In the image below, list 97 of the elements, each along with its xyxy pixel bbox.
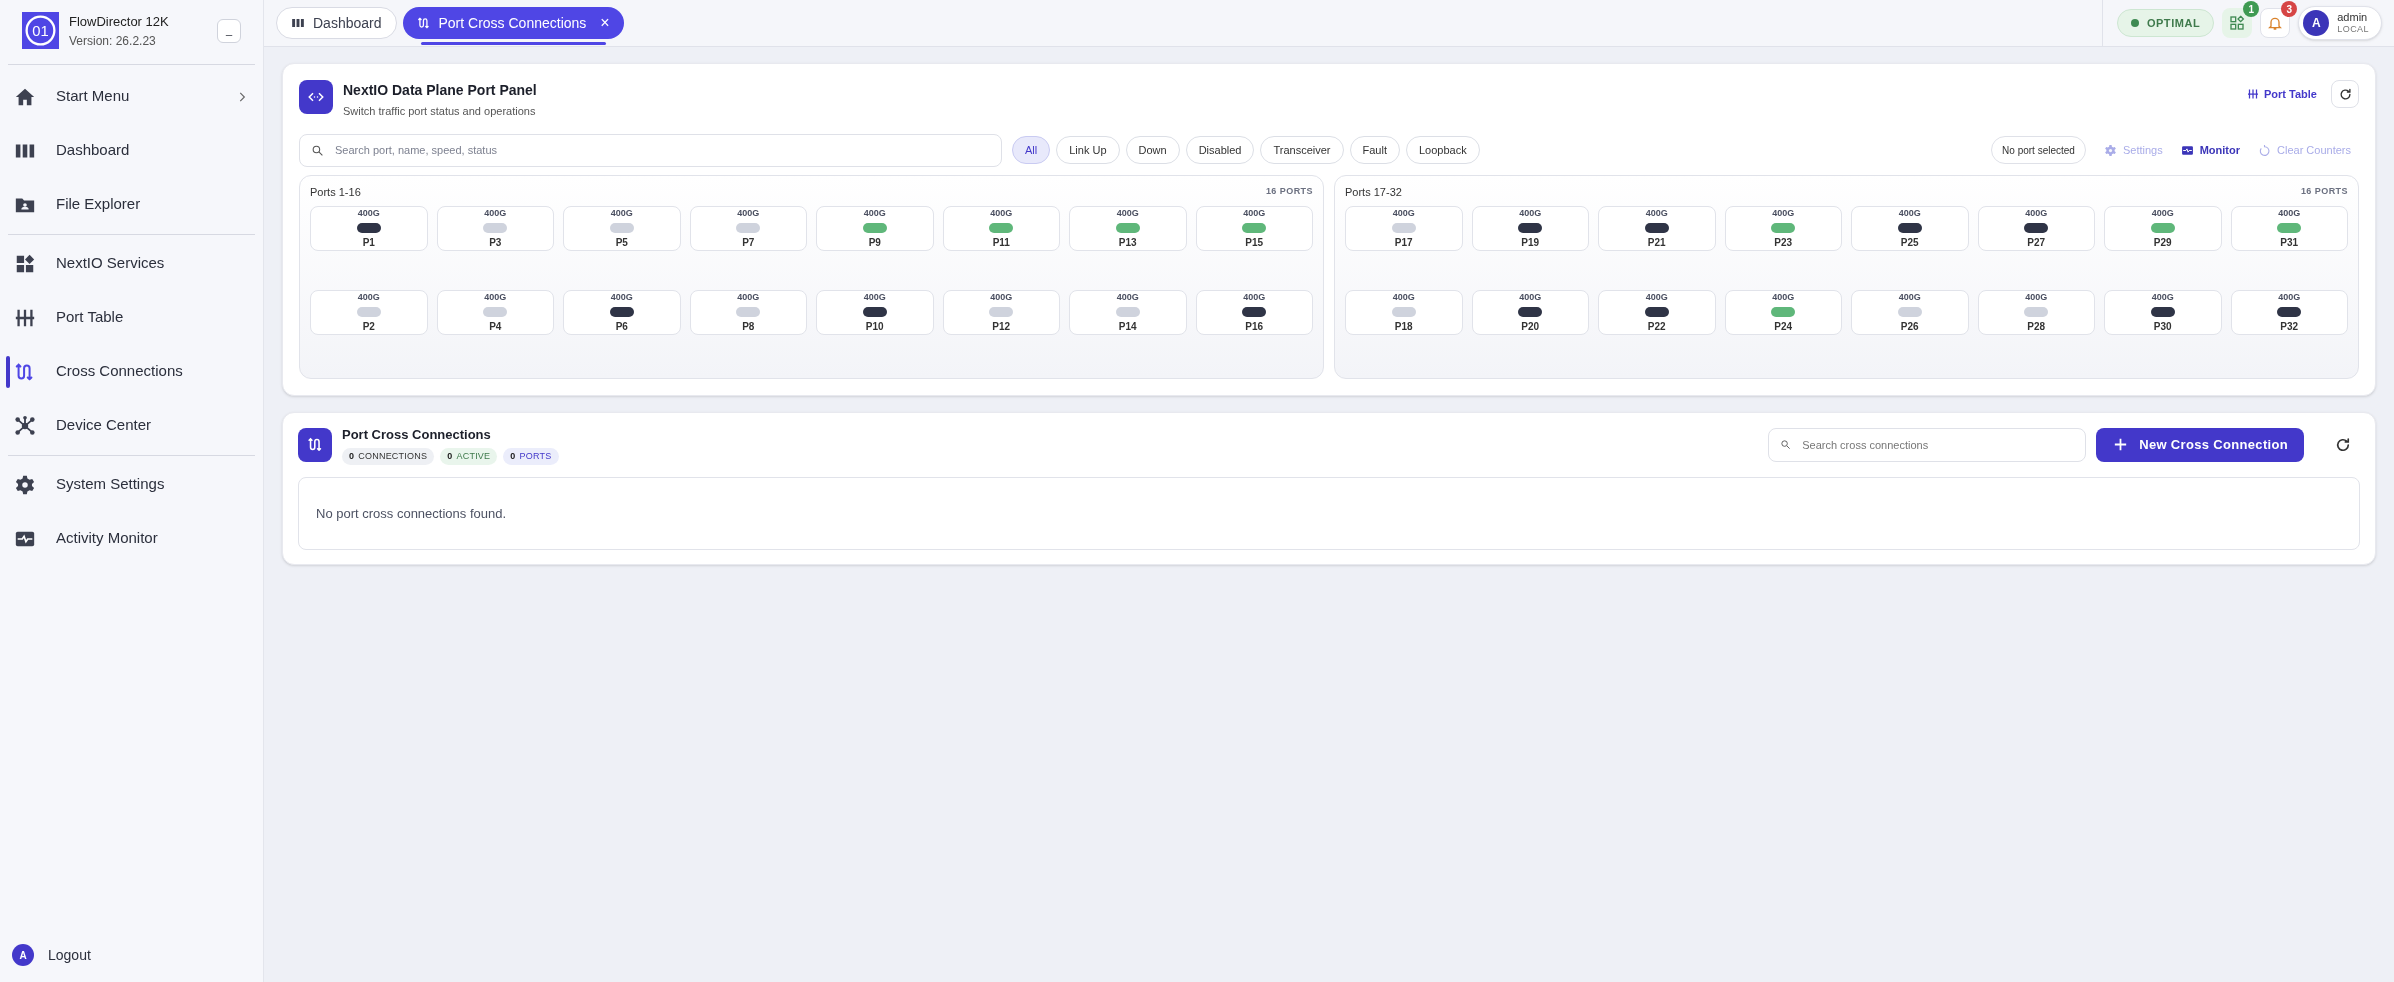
tab[interactable]: Port Cross Connections × — [402, 7, 624, 39]
sidebar-item[interactable]: System Settings — [14, 462, 249, 507]
port-card[interactable]: 400G P6 — [563, 290, 681, 335]
app-name: FlowDirector 12K — [69, 13, 170, 31]
port-group-title: Ports 1-16 — [310, 184, 361, 200]
filter-chip[interactable]: All — [1012, 136, 1051, 164]
user-name: admin — [2337, 10, 2368, 25]
filter-chip[interactable]: Disabled — [1185, 136, 1255, 164]
port-card[interactable]: 400G P8 — [689, 290, 807, 335]
port-card[interactable]: 400G P15 — [1195, 206, 1313, 251]
port-card[interactable]: 400G P7 — [689, 206, 807, 251]
port-card[interactable]: 400G P26 — [1851, 290, 1969, 335]
panel-subtitle: Switch traffic port status and operations — [343, 104, 537, 119]
stat-badge: 0 PORTS — [503, 448, 559, 465]
panel-title: Port Cross Connections — [342, 425, 492, 444]
port-card[interactable]: 400G P31 — [2230, 206, 2348, 251]
sidebar-item[interactable]: Activity Monitor — [14, 516, 249, 561]
port-card[interactable]: 400G P23 — [1724, 206, 1842, 251]
count-badge: 1 — [2243, 1, 2260, 17]
port-card[interactable]: 400G P16 — [1195, 290, 1313, 335]
port-count: 16 PORTS — [1265, 185, 1313, 198]
port-card[interactable]: 400G P25 — [1851, 206, 1969, 251]
sidebar-item[interactable]: Device Center — [14, 403, 249, 448]
sidebar-item[interactable]: NextIO Services — [14, 241, 249, 286]
port-card[interactable]: 400G P10 — [816, 290, 934, 335]
widgets-icon — [14, 252, 36, 275]
port-card[interactable]: 400G P19 — [1471, 206, 1589, 251]
app-version: Version: 26.2.23 — [69, 32, 157, 50]
stat-badge: 0 ACTIVE — [440, 448, 498, 465]
port-card[interactable]: 400G P2 — [310, 290, 428, 335]
port-card[interactable]: 400G P27 — [1977, 206, 2095, 251]
monitor-pulse-icon — [2180, 143, 2194, 157]
port-table-link[interactable]: Port Table — [2247, 85, 2317, 103]
port-card[interactable]: 400G P28 — [1977, 290, 2095, 335]
empty-message: No port cross connections found. — [316, 504, 507, 523]
filter-chip[interactable]: Transceiver — [1260, 136, 1344, 164]
port-card[interactable]: 400G P12 — [942, 290, 1060, 335]
port-card[interactable]: 400G P14 — [1069, 290, 1187, 335]
port-card[interactable]: 400G P24 — [1724, 290, 1842, 335]
port-card[interactable]: 400G P17 — [1345, 206, 1463, 251]
loop-connection-icon — [416, 16, 431, 30]
port-count: 16 PORTS — [2300, 185, 2348, 198]
stat-badge: 0 CONNECTIONS — [342, 448, 435, 465]
collapse-button[interactable]: _ — [217, 18, 241, 43]
loop-connection-icon — [306, 436, 324, 454]
close-icon[interactable]: × — [600, 11, 610, 35]
count-badge: 3 — [2281, 1, 2298, 17]
sidebar-item[interactable]: Port Table — [14, 295, 249, 340]
health-badge: OPTIMAL — [2116, 9, 2215, 37]
network-icon — [14, 414, 36, 437]
filter-chip[interactable]: Fault — [1349, 136, 1400, 164]
port-card[interactable]: 400G P18 — [1345, 290, 1463, 335]
sidebar-item[interactable]: Start Menu — [14, 74, 235, 119]
user-avatar: A — [2303, 10, 2330, 36]
port-card[interactable]: 400G P9 — [816, 206, 934, 251]
port-card[interactable]: 400G P5 — [563, 206, 681, 251]
port-card[interactable]: 400G P1 — [310, 206, 428, 251]
search-icon — [311, 143, 324, 157]
port-card[interactable]: 400G P30 — [2104, 290, 2222, 335]
port-card[interactable]: 400G P29 — [2104, 206, 2222, 251]
sidebar-item[interactable]: Cross Connections — [14, 349, 249, 394]
refresh-icon — [2334, 435, 2352, 454]
tab[interactable]: Dashboard — [276, 7, 397, 39]
sidebar-item[interactable]: Dashboard — [14, 128, 249, 173]
port-group-title: Ports 17-32 — [1345, 184, 1402, 200]
port-search-field[interactable]: Search port, name, speed, status — [299, 133, 1002, 167]
logout-button[interactable]: Logout — [48, 944, 91, 966]
panel-title: NextIO Data Plane Port Panel — [343, 81, 537, 100]
port-card[interactable]: 400G P21 — [1598, 206, 1716, 251]
search-icon — [1780, 438, 1792, 450]
refresh-button[interactable] — [2331, 80, 2359, 108]
new-connection-button[interactable]: New Cross Connection — [2096, 427, 2304, 462]
reset-icon — [2258, 143, 2271, 157]
filter-chip[interactable]: Down — [1125, 136, 1180, 164]
toolbar-action[interactable]: Monitor — [2180, 141, 2240, 159]
port-card[interactable]: 400G P22 — [1598, 290, 1716, 335]
user-avatar: A — [12, 944, 34, 966]
port-card[interactable]: 400G P32 — [2230, 290, 2348, 335]
filter-chip[interactable]: Loopback — [1406, 136, 1480, 164]
sidebar-item[interactable]: File Explorer — [14, 182, 249, 227]
filter-chip[interactable]: Link Up — [1056, 136, 1120, 164]
apps-icon — [2229, 15, 2246, 31]
settings-icon — [2103, 143, 2117, 157]
port-card[interactable]: 400G P4 — [436, 290, 554, 335]
user-realm: LOCAL — [2337, 24, 2369, 36]
port-card[interactable]: 400G P3 — [436, 206, 554, 251]
cross-search-field[interactable]: Search cross connections — [1768, 427, 2087, 462]
user-menu[interactable]: A admin LOCAL — [2298, 6, 2382, 40]
port-card[interactable]: 400G P13 — [1069, 206, 1187, 251]
sliders-icon — [2247, 88, 2259, 100]
app-logo: 01 — [22, 12, 59, 50]
refresh-icon — [2337, 86, 2353, 102]
bell-icon — [2267, 15, 2284, 31]
columns-icon — [291, 16, 305, 30]
port-card[interactable]: 400G P11 — [942, 206, 1060, 251]
settings-icon — [14, 473, 36, 496]
port-card[interactable]: 400G P20 — [1471, 290, 1589, 335]
